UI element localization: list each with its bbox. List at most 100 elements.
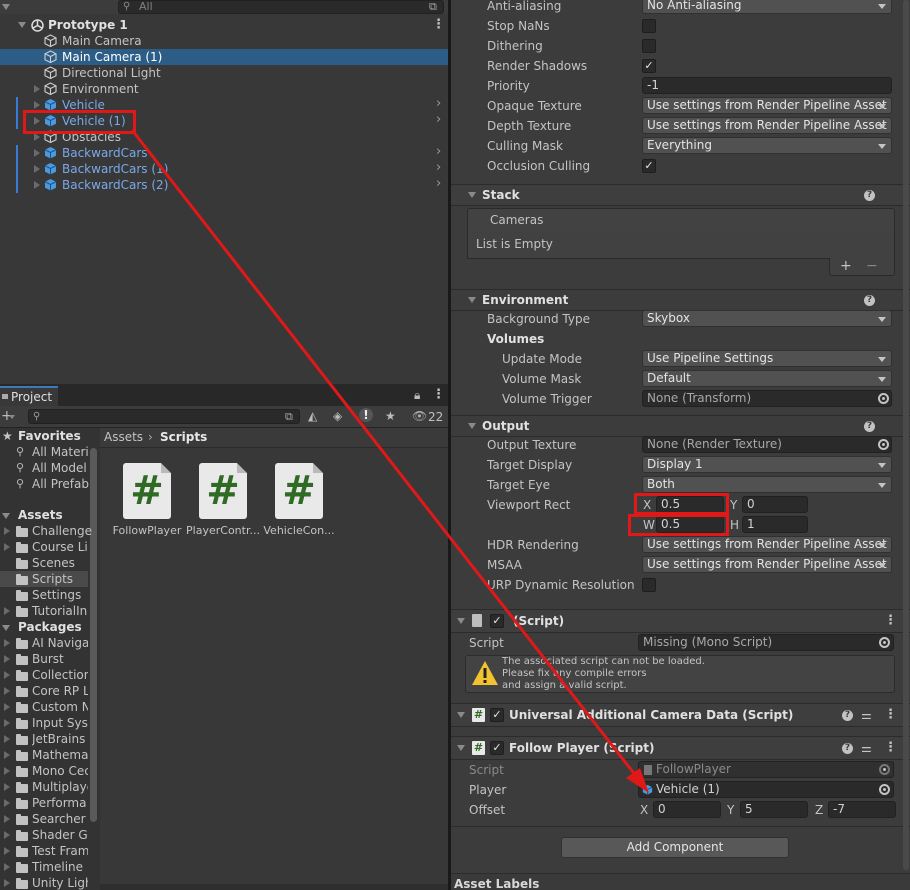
rendering-checkbox[interactable]: [642, 39, 656, 53]
viewport-h-field[interactable]: 1: [742, 516, 808, 533]
asset-folder[interactable]: Scripts: [32, 571, 73, 587]
expand-arrow-icon[interactable]: [34, 149, 40, 157]
environment-section-header[interactable]: Environment ?: [451, 289, 910, 311]
csharp-script-asset[interactable]: #: [123, 463, 171, 519]
favorite-item[interactable]: All Prefab: [32, 476, 89, 492]
hierarchy-item[interactable]: Main Camera (1): [0, 49, 448, 65]
rendering-dropdown[interactable]: Use settings from Render Pipeline Asset: [642, 97, 892, 114]
output-texture-field[interactable]: None (Render Texture): [642, 436, 892, 453]
hierarchy-item[interactable]: Directional Light: [0, 65, 448, 81]
offset-z-field[interactable]: -7: [828, 801, 896, 818]
scene-menu-icon[interactable]: ⋮: [432, 18, 445, 32]
expand-arrow-icon[interactable]: [4, 799, 10, 807]
missing-script-header[interactable]: ✓ (Script) ⋮: [451, 609, 910, 633]
asset-file-label[interactable]: VehicleCon...: [259, 524, 339, 538]
package-folder[interactable]: AI Naviga: [32, 635, 88, 651]
expand-arrow-icon[interactable]: [468, 423, 476, 429]
expand-arrow-icon[interactable]: [468, 297, 476, 303]
component-enabled-checkbox[interactable]: ✓: [490, 741, 504, 755]
console-warning-icon[interactable]: !: [359, 408, 373, 422]
expand-arrow-icon[interactable]: [4, 655, 10, 663]
favorites-label[interactable]: Favorites: [18, 428, 81, 444]
tab-project[interactable]: Project: [0, 386, 58, 406]
asset-folder[interactable]: Challenge: [32, 523, 92, 539]
component-menu-icon[interactable]: ⋮: [884, 708, 897, 722]
expand-arrow-icon[interactable]: [4, 847, 10, 855]
project-search-input[interactable]: ⚲ ⧉: [28, 409, 300, 424]
package-folder[interactable]: Mathema: [32, 747, 88, 763]
expand-arrow-icon[interactable]: [2, 513, 10, 519]
search-options-icon[interactable]: ⧉: [285, 409, 293, 425]
expand-arrow-icon[interactable]: [4, 671, 10, 679]
expand-arrow-icon[interactable]: [4, 783, 10, 791]
rendering-checkbox[interactable]: [642, 19, 656, 33]
package-folder[interactable]: Mono Cec: [32, 763, 88, 779]
package-folder[interactable]: Core RP L: [32, 683, 88, 699]
urp-dynamic-resolution-checkbox[interactable]: [642, 578, 656, 592]
expand-arrow-icon[interactable]: [34, 165, 40, 173]
rendering-number-field[interactable]: -1: [642, 77, 892, 94]
favorite-star-icon[interactable]: ★: [385, 408, 396, 424]
package-folder[interactable]: Shader G: [32, 827, 88, 843]
search-options-icon[interactable]: ⧉: [429, 0, 437, 15]
hierarchy-item[interactable]: BackwardCars (1) ›: [0, 160, 448, 177]
expand-arrow-icon[interactable]: [4, 639, 10, 647]
hierarchy-item[interactable]: BackwardCars (2) ›: [0, 176, 448, 193]
expand-arrow-icon[interactable]: [34, 181, 40, 189]
expand-arrow-icon[interactable]: [4, 767, 10, 775]
help-icon[interactable]: ?: [842, 743, 853, 754]
chevron-right-icon[interactable]: ›: [436, 96, 441, 111]
component-enabled-checkbox[interactable]: ✓: [490, 708, 504, 722]
package-folder[interactable]: Input Sys: [32, 715, 88, 731]
package-folder[interactable]: Performa: [32, 795, 88, 811]
background-type-dropdown[interactable]: Skybox: [642, 310, 892, 327]
player-field[interactable]: Vehicle (1): [638, 781, 894, 798]
help-icon[interactable]: ?: [864, 295, 875, 306]
expand-arrow-icon[interactable]: [457, 712, 465, 718]
expand-arrow-icon[interactable]: [4, 735, 10, 743]
package-folder[interactable]: JetBrains: [32, 731, 88, 747]
search-by-type-icon[interactable]: ◭: [308, 408, 317, 424]
object-picker-icon[interactable]: [879, 637, 890, 648]
volume-mask-dropdown[interactable]: Default: [642, 370, 892, 387]
package-folder[interactable]: Test Fram: [32, 843, 88, 859]
scene-row[interactable]: Prototype 1 ⋮: [0, 17, 448, 33]
expand-arrow-icon[interactable]: [34, 85, 40, 93]
hierarchy-item[interactable]: Main Camera: [0, 33, 448, 49]
asset-labels-bar[interactable]: Asset Labels: [451, 873, 910, 890]
add-component-button[interactable]: Add Component: [561, 837, 789, 858]
expand-arrow-icon[interactable]: [4, 527, 10, 535]
expand-arrow-icon[interactable]: [4, 879, 10, 887]
expand-arrow-icon[interactable]: [4, 687, 10, 695]
follow-player-header[interactable]: # ✓ Follow Player (Script) ? ⚌ ⋮: [451, 736, 910, 760]
expand-arrow-icon[interactable]: [4, 815, 10, 823]
msaa-dropdown[interactable]: Use settings from Render Pipeline Asset: [642, 556, 892, 573]
viewport-y-field[interactable]: 0: [742, 496, 808, 513]
package-folder[interactable]: Multiplaye: [32, 779, 88, 795]
object-picker-icon[interactable]: [878, 439, 889, 450]
additional-camera-data-header[interactable]: # ✓ Universal Additional Camera Data (Sc…: [451, 703, 910, 727]
preset-sliders-icon[interactable]: ⚌: [861, 740, 872, 756]
asset-file-label[interactable]: PlayerContr...: [183, 524, 263, 538]
rendering-dropdown[interactable]: Everything: [642, 137, 892, 154]
create-dropdown-icon[interactable]: [9, 415, 15, 419]
stack-section-header[interactable]: Stack ?: [451, 184, 910, 206]
expand-arrow-icon[interactable]: [4, 607, 10, 615]
asset-folder[interactable]: Course Li: [32, 539, 88, 555]
help-icon[interactable]: ?: [864, 421, 875, 432]
project-menu-icon[interactable]: ⋮: [432, 388, 445, 402]
package-folder[interactable]: Custom N: [32, 699, 88, 715]
expand-arrow-icon[interactable]: [18, 22, 26, 28]
expand-arrow-icon[interactable]: [34, 133, 40, 141]
breadcrumb-assets[interactable]: Assets: [104, 429, 143, 445]
asset-folder[interactable]: Scenes: [32, 555, 75, 571]
asset-folder[interactable]: Settings: [32, 587, 81, 603]
expand-arrow-icon[interactable]: [457, 618, 465, 624]
package-folder[interactable]: Burst: [32, 651, 88, 667]
volume-trigger-field[interactable]: None (Transform): [642, 390, 892, 407]
list-remove-button[interactable]: −: [866, 258, 878, 274]
favorite-item[interactable]: All Materi: [32, 444, 89, 460]
rendering-checkbox[interactable]: ✓: [642, 59, 656, 73]
csharp-script-asset[interactable]: #: [275, 463, 323, 519]
chevron-right-icon[interactable]: ›: [436, 176, 441, 191]
